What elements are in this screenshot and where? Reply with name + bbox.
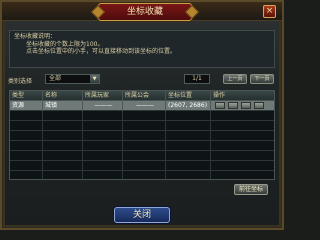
cell-guild — [123, 131, 166, 141]
cell-name: 城镇 — [43, 101, 83, 111]
next-page-button[interactable]: 下一页 — [250, 74, 274, 84]
column-header-player: 所属玩家 — [83, 91, 123, 100]
close-icon[interactable]: × — [263, 5, 276, 18]
cell-name — [43, 121, 83, 131]
category-value: 全部 — [49, 75, 62, 82]
cell-name — [43, 131, 83, 141]
cell-coords — [166, 121, 211, 131]
category-label: 类别选择 — [8, 78, 33, 85]
chevron-down-icon[interactable]: ▼ — [90, 75, 99, 83]
cell-actions — [211, 161, 274, 171]
description-heading: 坐标收藏说明： — [14, 33, 57, 40]
goto-coordinate-button[interactable]: 前往坐标 — [234, 184, 268, 195]
cell-name — [43, 111, 83, 121]
cell-type — [10, 121, 43, 131]
cell-name — [43, 171, 83, 181]
prev-page-button[interactable]: 上一页 — [223, 74, 247, 84]
cell-player — [83, 161, 123, 171]
cell-coords — [166, 111, 211, 121]
table-row[interactable] — [10, 131, 274, 141]
filter-row: 类别选择 全部 ▼ 1/1 上一页 下一页 — [8, 74, 278, 86]
cell-coords[interactable]: (2607, 2686) — [166, 101, 211, 111]
cell-actions — [211, 121, 274, 131]
table-row[interactable] — [10, 111, 274, 121]
cell-player — [83, 141, 123, 151]
cell-actions — [211, 111, 274, 121]
cell-guild — [123, 151, 166, 161]
cell-actions — [211, 141, 274, 151]
cell-coords — [166, 171, 211, 181]
cell-player — [83, 111, 123, 121]
cell-type — [10, 151, 43, 161]
description-panel: 坐标收藏说明： 坐标收藏的个数上限为100。 点击坐标位置中的小手，可以直接移动… — [9, 30, 275, 68]
category-select[interactable]: 全部 ▼ — [45, 74, 100, 84]
cell-type — [10, 111, 43, 121]
cell-guild — [123, 121, 166, 131]
column-header-type: 类型 — [10, 91, 43, 100]
cell-player — [83, 151, 123, 161]
cell-actions — [211, 151, 274, 161]
table-row[interactable] — [10, 151, 274, 161]
cell-guild — [123, 141, 166, 151]
cell-name — [43, 161, 83, 171]
table-row[interactable] — [10, 161, 274, 171]
cell-coords — [166, 151, 211, 161]
coordinate-bookmark-window: 坐标收藏 × 坐标收藏说明： 坐标收藏的个数上限为100。 点击坐标位置中的小手… — [0, 0, 284, 230]
table-row[interactable] — [10, 121, 274, 131]
cell-type: 资源 — [10, 101, 43, 111]
cell-name — [43, 151, 83, 161]
page-indicator: 1/1 — [184, 74, 210, 84]
bookmark-table: 类型 名称 所属玩家 所属公会 坐标位置 操作 资源 城镇 ——— ——— (2… — [9, 90, 275, 181]
cell-guild: ——— — [123, 101, 166, 111]
cell-actions — [211, 171, 274, 181]
column-header-coords: 坐标位置 — [166, 91, 211, 100]
table-row[interactable] — [10, 171, 274, 181]
window-title: 坐标收藏 — [98, 3, 192, 21]
cell-coords — [166, 141, 211, 151]
column-header-guild: 所属公会 — [123, 91, 166, 100]
cell-type — [10, 171, 43, 181]
cell-type — [10, 161, 43, 171]
cell-type — [10, 131, 43, 141]
table-header: 类型 名称 所属玩家 所属公会 坐标位置 操作 — [10, 91, 274, 101]
cell-player: ——— — [83, 101, 123, 111]
cell-name — [43, 141, 83, 151]
cell-guild — [123, 161, 166, 171]
column-header-actions: 操作 — [213, 92, 226, 99]
description-line: 点击坐标位置中的小手，可以直接移动到该坐标的位置。 — [26, 48, 177, 56]
cell-coords — [166, 161, 211, 171]
cell-coords — [166, 131, 211, 141]
cell-player — [83, 121, 123, 131]
cell-actions — [211, 131, 274, 141]
table-row[interactable]: 资源 城镇 ——— ——— (2607, 2686) — [10, 101, 274, 111]
title-bar: 坐标收藏 × — [2, 2, 282, 21]
cell-player — [83, 171, 123, 181]
cell-player — [83, 131, 123, 141]
cell-actions — [211, 101, 274, 111]
cell-type — [10, 141, 43, 151]
locate-hand-icon[interactable] — [215, 102, 225, 109]
close-button[interactable]: 关闭 — [114, 207, 170, 223]
cell-guild — [123, 111, 166, 121]
edit-icon[interactable] — [241, 102, 251, 109]
column-header-name: 名称 — [43, 91, 83, 100]
share-icon[interactable] — [228, 102, 238, 109]
table-row[interactable] — [10, 141, 274, 151]
cell-guild — [123, 171, 166, 181]
delete-icon[interactable] — [254, 102, 264, 109]
